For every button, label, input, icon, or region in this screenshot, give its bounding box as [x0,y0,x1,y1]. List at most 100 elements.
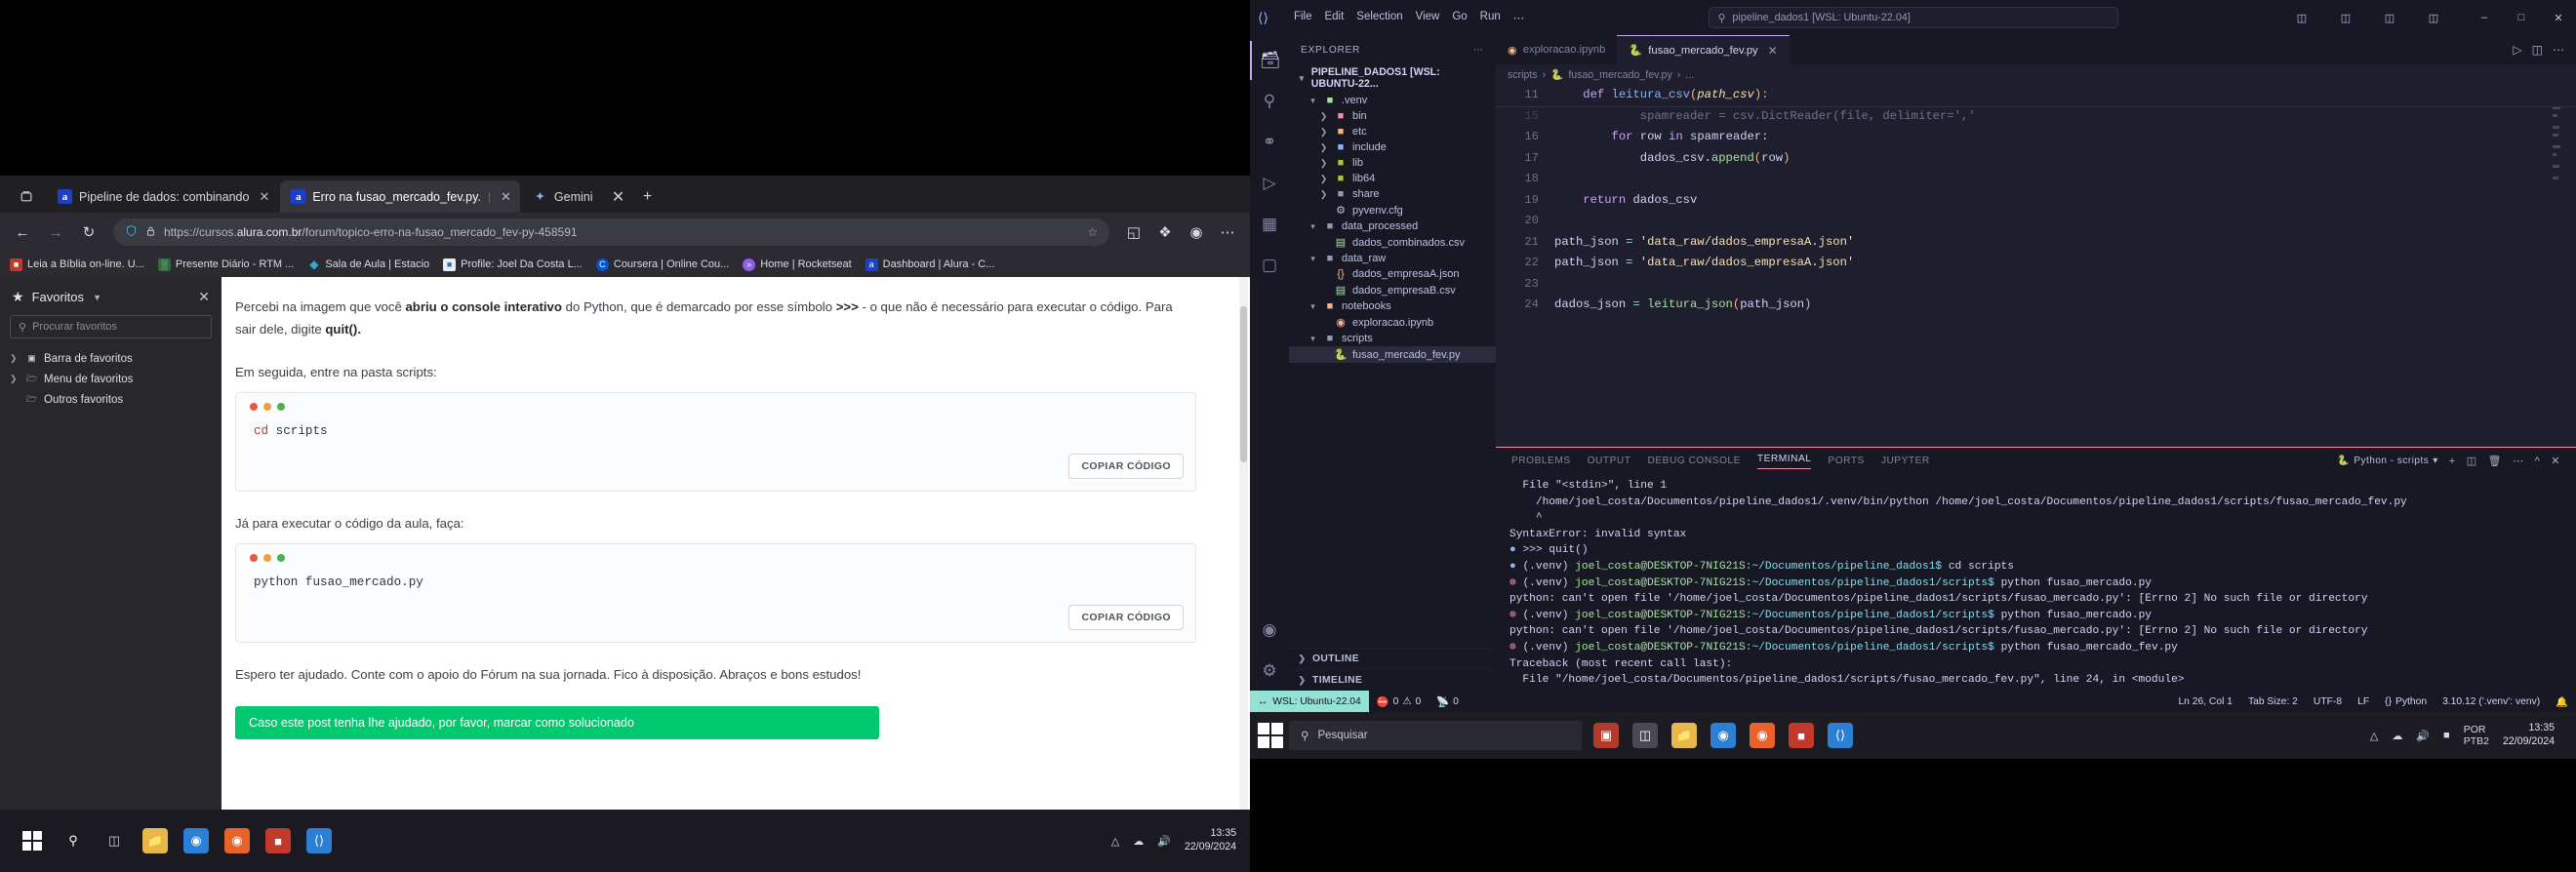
show-hidden-icons-icon[interactable]: △ [2370,730,2378,742]
explorer-icon[interactable]: 🗃 [1250,41,1289,80]
explorer-tree-item[interactable]: ⚙pyvenv.cfg [1289,202,1496,218]
editor-tab-exploracao[interactable]: ◉ exploracao.ipynb [1496,35,1617,64]
task-view-icon[interactable]: ◫ [1632,723,1658,748]
settings-gear-icon[interactable]: ⚙ [1250,652,1289,691]
bible-icon[interactable]: ▣ [1593,723,1619,748]
collections-icon[interactable]: ◱ [1119,218,1148,247]
status-cursor-position[interactable]: Ln 26, Col 1 [2170,696,2240,707]
bookmark-item[interactable]: ■Leia a Bíblia on-line. U... [10,258,144,271]
vscode-icon[interactable]: ⟨⟩ [1828,723,1853,748]
menu-edit[interactable]: Edit [1324,11,1344,24]
start-icon[interactable] [20,828,45,853]
explorer-tree-item[interactable]: ▤dados_combinados.csv [1289,234,1496,251]
customize-layout-icon[interactable]: ◫ [2416,1,2451,34]
panel-tab-ports[interactable]: PORTS [1828,456,1864,466]
explorer-tree-item[interactable]: {}dados_empresaA.json [1289,266,1496,282]
split-editor-icon[interactable]: ◫ [2532,43,2543,57]
split-terminal-icon[interactable]: ◫ [2467,455,2477,467]
run-debug-icon[interactable]: ▷ [1250,164,1289,203]
notifications-bell-icon[interactable]: 🔔 [2548,695,2576,708]
firefox-icon[interactable]: ◉ [224,828,250,853]
menu-go[interactable]: Go [1452,11,1467,24]
profile-icon[interactable]: ◉ [1182,218,1211,247]
bookmark-item[interactable]: ░Presente Diário - RTM ... [158,258,294,271]
bookmark-item[interactable]: ◆Sala de Aula | Estacio [307,258,429,271]
status-problems[interactable]: ⛔ 0 ⚠ 0 [1369,695,1429,708]
explorer-tree-item[interactable]: ❯■lib64 [1289,171,1496,186]
chevron-down-icon[interactable]: ▾ [2433,456,2438,466]
status-eol[interactable]: LF [2350,696,2377,707]
explorer-tree-item[interactable]: ❯■lib [1289,155,1496,171]
copy-code-button-1[interactable]: COPIAR CÓDIGO [1068,454,1184,479]
show-hidden-icons-icon[interactable]: △ [1111,835,1119,848]
task-view-icon[interactable]: ◫ [101,828,127,853]
file-explorer-icon[interactable]: 📁 [1671,723,1697,748]
edge-icon[interactable]: ◉ [183,828,209,853]
menu-view[interactable]: View [1416,11,1440,24]
favorites-item-outros[interactable]: 🗁 Outros favoritos [0,389,221,410]
panel-tab-terminal[interactable]: TERMINAL [1757,454,1812,469]
browser-tab-0[interactable]: a Pipeline de dados: combinando ✕ [47,180,278,213]
toggle-primary-sidebar-icon[interactable]: ◫ [2284,1,2319,34]
new-tab-button[interactable]: + [633,181,663,213]
settings-menu-icon[interactable]: ⋯ [1213,218,1242,247]
explorer-tree-item[interactable]: ▾■notebooks [1289,298,1496,314]
close-panel-icon[interactable]: ✕ [2551,455,2560,467]
explorer-tree-item[interactable]: ❯■bin [1289,108,1496,124]
status-tab-size[interactable]: Tab Size: 2 [2240,696,2306,707]
explorer-tree-item[interactable]: ❯■etc [1289,124,1496,139]
breadcrumb-symbol[interactable]: ... [1685,69,1694,81]
new-terminal-icon[interactable]: + [2449,456,2456,467]
favorites-item-barra[interactable]: ❯ ▣ Barra de favoritos [0,348,221,369]
run-python-file-icon[interactable]: ▷ [2513,43,2521,57]
toggle-secondary-sidebar-icon[interactable]: ◫ [2372,1,2407,34]
firefox-icon[interactable]: ◉ [1750,723,1775,748]
status-radio-tower[interactable]: 📡 0 [1429,695,1467,708]
close-icon[interactable]: ✕ [501,189,511,205]
close-button[interactable]: ✕ [2541,1,2576,34]
minimize-button[interactable]: – [2467,1,2502,34]
explorer-tree-item[interactable]: ◉exploracao.ipynb [1289,314,1496,331]
network-icon[interactable]: ☁ [1133,835,1144,848]
menu-file[interactable]: File [1294,11,1312,24]
taskbar-clock[interactable]: 13:35 22/09/2024 [1185,827,1236,854]
testing-icon[interactable]: ▢ [1250,246,1289,285]
outline-section[interactable]: ❯ OUTLINE [1289,648,1496,669]
close-icon[interactable]: ✕ [259,189,269,205]
source-control-icon[interactable]: ⚭ [1250,123,1289,162]
terminal-output[interactable]: File "<stdin>", line 1 /home/joel_costa/… [1496,474,2576,691]
panel-more-actions-icon[interactable]: ⋯ [2513,455,2524,467]
terminal-profile-chip[interactable]: 🐍 Python - scripts ▾ [2337,456,2437,466]
breadcrumb-folder[interactable]: scripts [1508,69,1538,81]
explorer-tree-item[interactable]: ❯■share [1289,186,1496,202]
maximize-panel-icon[interactable]: ^ [2535,456,2541,467]
search-icon[interactable]: ⚲ [60,828,86,853]
keyboard-language-indicator[interactable]: POR PTB2 [2464,724,2489,747]
mark-as-solved-banner[interactable]: Caso este post tenha lhe ajudado, por fa… [235,706,879,739]
editor-tab-fusao[interactable]: 🐍 fusao_mercado_fev.py ✕ [1617,35,1789,64]
status-language-mode[interactable]: {} Python [2377,696,2435,707]
breadcrumb-file[interactable]: fusao_mercado_fev.py [1568,69,1671,81]
volume-icon[interactable]: 🔊 [1157,835,1171,848]
explorer-root-folder[interactable]: ▾ PIPELINE_DADOS1 [WSL: UBUNTU-22... [1289,63,1496,93]
favorites-item-menu[interactable]: ❯ 🗁 Menu de favoritos [0,369,221,389]
menu-selection[interactable]: Selection [1356,11,1402,24]
toggle-panel-icon[interactable]: ◫ [2328,1,2363,34]
search-icon[interactable]: ⚲ [1250,82,1289,121]
copy-code-button-2[interactable]: COPIAR CÓDIGO [1068,605,1184,630]
explorer-tree-item[interactable]: ▾■data_processed [1289,218,1496,234]
taskbar-clock[interactable]: 13:35 22/09/2024 [2503,722,2555,749]
explorer-tree-item[interactable]: ▾■data_raw [1289,251,1496,266]
panel-tab-problems[interactable]: PROBLEMS [1511,456,1571,466]
browser-tab-2[interactable]: ✦ Gemini [522,180,602,213]
explorer-tree-item[interactable]: ▾■.venv [1289,93,1496,108]
reload-icon[interactable]: ↻ [74,218,103,247]
panel-tab-jupyter[interactable]: JUPYTER [1881,456,1930,466]
kill-terminal-icon[interactable]: 🗑 [2488,455,2502,467]
pdf-icon[interactable]: ■ [1789,723,1814,748]
pdf-icon[interactable]: ■ [265,828,291,853]
close-icon[interactable]: ✕ [604,181,633,213]
explorer-tree-item[interactable]: ▾■scripts [1289,331,1496,346]
status-encoding[interactable]: UTF-8 [2306,696,2350,707]
volume-icon[interactable]: 🔊 [2416,730,2430,742]
